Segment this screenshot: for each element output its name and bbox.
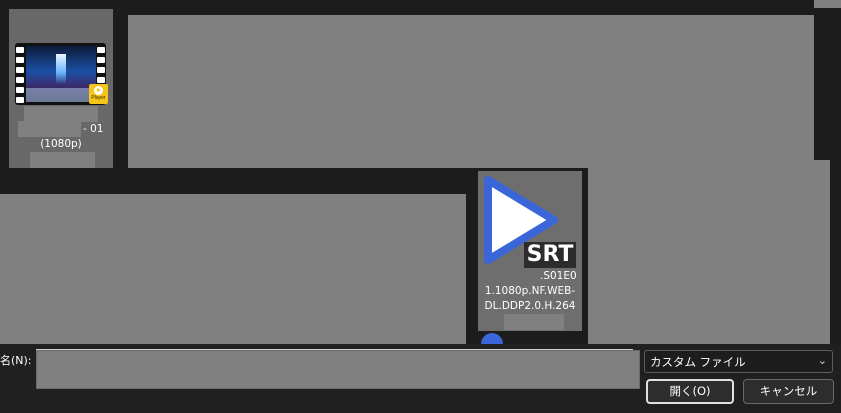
redacted-block-top [128, 15, 814, 168]
cancel-button[interactable]: キャンセル [743, 379, 834, 404]
redacted-name-part [504, 314, 564, 330]
srt-file-name-line3: DL.DDP2.0.H.264 [484, 300, 576, 312]
redacted-name-part [30, 152, 95, 168]
srt-file-name-line1: .S01E0 [540, 270, 577, 282]
file-type-select-value: カスタム ファイル [650, 355, 746, 369]
redacted-name-part [18, 121, 81, 137]
player-badge-icon: Player [89, 84, 108, 104]
srt-badge: SRT [524, 242, 576, 268]
redacted-block-right [814, 0, 841, 8]
chevron-down-icon: ⌄ [817, 354, 827, 367]
redacted-block-left [0, 194, 466, 344]
video-file-name-line2: (1080p) [40, 138, 82, 150]
redacted-block-right-lower [588, 160, 830, 344]
player-badge-text: Player [91, 95, 106, 101]
video-file-name-line1: - 01 [83, 123, 104, 135]
video-scene [26, 46, 96, 102]
film-strip-left [16, 47, 24, 103]
filename-label: 名(N): [0, 354, 32, 367]
file-type-select[interactable]: カスタム ファイル ⌄ [644, 350, 833, 373]
redacted-name-part [24, 106, 98, 122]
open-button[interactable]: 開く(O) [646, 379, 734, 404]
srt-file-name-line2: 1.1080p.NF.WEB- [484, 285, 576, 297]
redacted-name-part [480, 268, 542, 284]
filename-input[interactable] [36, 350, 640, 389]
